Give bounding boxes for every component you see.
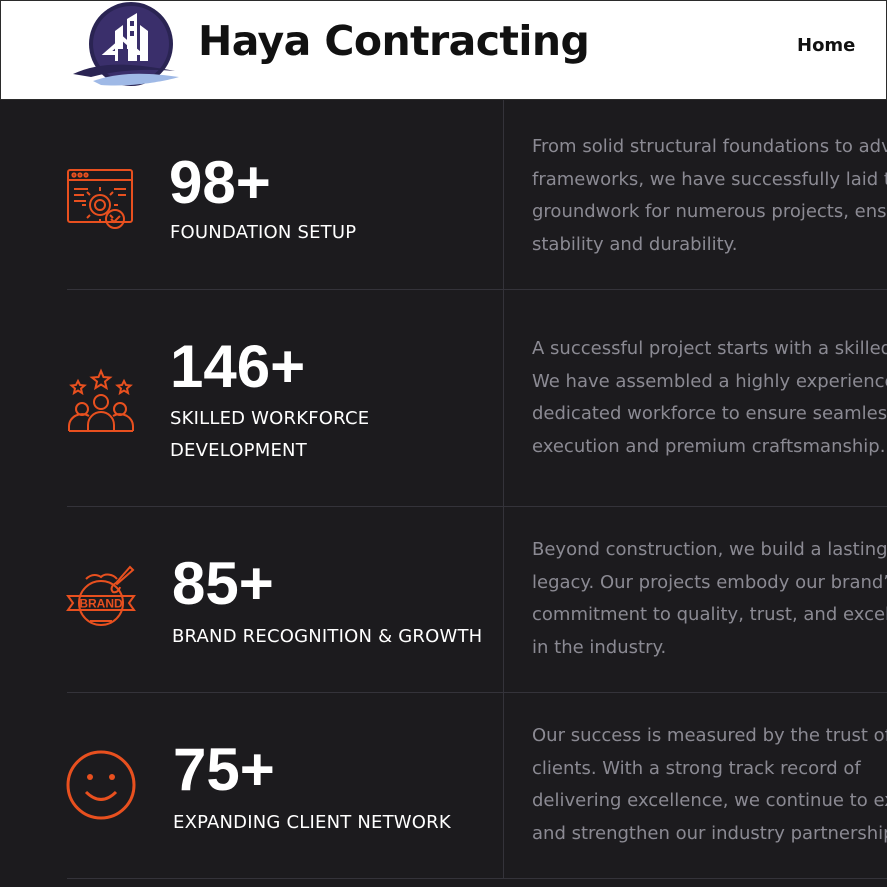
row-divider xyxy=(67,878,887,879)
company-logo-icon[interactable] xyxy=(71,1,183,93)
description-line: Beyond construction, we build a lasting xyxy=(532,539,887,560)
stat-number: 85+ xyxy=(172,550,274,617)
column-divider xyxy=(503,100,504,879)
brand-name[interactable]: Haya Contracting xyxy=(198,17,590,65)
row-divider xyxy=(67,692,887,693)
nav-home-link[interactable]: Home xyxy=(797,35,855,56)
stat-number: 98+ xyxy=(169,149,271,216)
description-line: From solid structural foundations to adv… xyxy=(532,136,887,157)
stat-number: 75+ xyxy=(173,736,275,803)
description-line: groundwork for numerous projects, ensu xyxy=(532,201,887,222)
description-line: A successful project starts with a skill… xyxy=(532,338,887,359)
stat-number: 146+ xyxy=(170,333,306,400)
stat-label: BRAND RECOGNITION & GROWTH xyxy=(172,626,483,647)
stat-description: A successful project starts with a skill… xyxy=(532,333,887,463)
description-line: We have assembled a highly experience xyxy=(532,370,887,392)
description-line: legacy. Our projects embody our brand’s xyxy=(532,571,887,593)
team-stars-icon xyxy=(68,368,134,432)
description-line: commitment to quality, trust, and excell… xyxy=(532,604,887,625)
stat-label: EXPANDING CLIENT NETWORK xyxy=(173,812,451,833)
description-line: and strengthen our industry partnerships xyxy=(532,822,887,844)
description-line: stability and durability. xyxy=(532,233,738,255)
stat-label-line: SKILLED WORKFORCE xyxy=(170,408,370,429)
stat-description: Our success is measured by the trust of … xyxy=(532,720,887,850)
gear-check-icon xyxy=(67,169,133,229)
stat-description: From solid structural foundations to adv… xyxy=(532,131,887,261)
stats-section: 98+ FOUNDATION SETUP From solid structur… xyxy=(0,100,887,887)
description-line: clients. With a strong track record of xyxy=(532,757,861,779)
stat-label-line: DEVELOPMENT xyxy=(170,440,307,461)
brand-badge-icon: BRAND xyxy=(66,565,136,626)
stat-label: FOUNDATION SETUP xyxy=(170,222,357,243)
description-line: in the industry. xyxy=(532,636,667,658)
description-line: Our success is measured by the trust of xyxy=(532,725,887,746)
description-line: delivering excellence, we continue to ex… xyxy=(532,790,887,811)
description-line: frameworks, we have successfully laid th xyxy=(532,168,887,190)
stat-description: Beyond construction, we build a lasting … xyxy=(532,534,887,664)
row-divider xyxy=(67,506,887,507)
site-header: Haya Contracting Home xyxy=(0,0,887,100)
stat-label: SKILLED WORKFORCE DEVELOPMENT xyxy=(170,403,369,467)
svg-text:BRAND: BRAND xyxy=(79,597,123,611)
description-line: execution and premium craftsmanship. xyxy=(532,435,886,457)
row-divider xyxy=(67,289,887,290)
smiley-icon xyxy=(66,750,136,820)
description-line: dedicated workforce to ensure seamless xyxy=(532,403,887,424)
